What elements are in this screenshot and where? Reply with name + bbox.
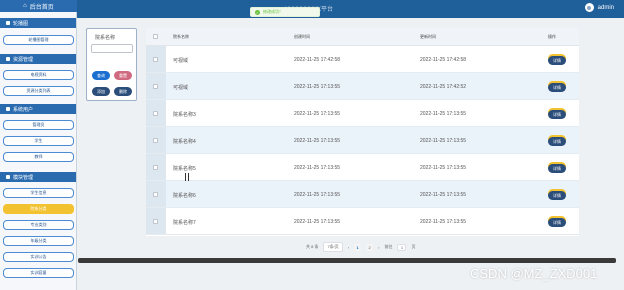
sidebar-group-users[interactable]: 系统用户 <box>0 104 76 114</box>
table-row: 院系名称7 2022-11-25 17:13:55 2022-11-25 17:… <box>146 208 579 235</box>
col-action: 操作 <box>548 34 556 39</box>
sidebar-group-modules[interactable]: 模块管理 <box>0 172 76 182</box>
sidebar-item-capacity[interactable]: 实训容量 <box>3 268 74 278</box>
home-label: 后台首页 <box>29 4 54 11</box>
menu-icon <box>6 57 10 61</box>
detail-button[interactable]: 详情 <box>548 110 566 119</box>
add-button[interactable]: 添加 <box>92 87 110 96</box>
menu-icon <box>6 175 10 179</box>
sidebar-item-resource-categories[interactable]: 资源分类列表 <box>3 86 74 96</box>
table-row: 院系名称4 2022-11-25 17:13:55 2022-11-25 17:… <box>146 127 579 154</box>
col-created: 创建时间 <box>294 34 310 39</box>
row-checkbox[interactable] <box>153 138 158 143</box>
pagination: 共 8 条 7条/页 ‹ 1 2 › 前往 1 页 <box>306 242 416 252</box>
row-checkbox[interactable] <box>153 57 158 62</box>
menu-icon <box>6 107 10 111</box>
sidebar-item-student-info[interactable]: 学生信息 <box>3 188 74 198</box>
table-row: 院系名称6 2022-11-25 17:13:55 2022-11-25 17:… <box>146 181 579 208</box>
sidebar-item-carousel-manage[interactable]: 轮播图管理 <box>3 35 74 45</box>
goto-label: 前往 <box>384 244 393 249</box>
sidebar-item-grades[interactable]: 年级分类 <box>3 236 74 246</box>
home-icon: ⌂ <box>23 3 27 9</box>
sidebar-item-majors[interactable]: 专业类别 <box>3 220 74 230</box>
page-2-button[interactable]: 2 <box>366 243 374 251</box>
prev-page-button[interactable]: ‹ <box>348 245 349 250</box>
sidebar-group-resources[interactable]: 资源管理 <box>0 54 76 64</box>
toast-message: 修改成功！ <box>263 9 283 14</box>
sidebar-item-students[interactable]: 学生 <box>3 136 74 146</box>
sidebar-item-teachers[interactable]: 教师 <box>3 152 74 162</box>
department-name-input[interactable] <box>91 44 133 53</box>
table-row: 院系名称5 2022-11-25 17:13:55 2022-11-25 17:… <box>146 154 579 181</box>
search-button[interactable]: 查询 <box>92 71 110 80</box>
row-checkbox[interactable] <box>153 165 158 170</box>
success-toast: ✓ 修改成功！ <box>250 7 320 17</box>
page-1-button[interactable]: 1 <box>354 243 362 251</box>
avatar <box>584 3 594 12</box>
goto-page-input[interactable]: 1 <box>397 243 407 251</box>
col-updated: 更新时间 <box>420 34 436 39</box>
row-checkbox[interactable] <box>153 192 158 197</box>
sidebar-item-departments[interactable]: 院系分类 <box>3 204 74 214</box>
table-row: 可视域 2022-11-25 17:42:58 2022-11-25 17:42… <box>146 46 579 73</box>
goto-suffix: 页 <box>411 244 416 249</box>
home-link[interactable]: ⌂ 后台首页 <box>0 0 77 12</box>
check-icon: ✓ <box>255 9 260 15</box>
col-name: 院系名称 <box>173 34 189 39</box>
select-all-checkbox[interactable] <box>153 34 158 39</box>
horizontal-scrollbar[interactable] <box>78 258 616 263</box>
filter-panel: 院系名称 查询 重置 添加 删除 <box>86 28 137 101</box>
row-checkbox[interactable] <box>153 84 158 89</box>
sidebar: 轮播图 轮播图管理 资源管理 电视资料 资源分类列表 系统用户 管理员 学生 教… <box>0 12 77 290</box>
pager-total: 共 8 条 <box>306 244 319 249</box>
table-header: 院系名称 创建时间 更新时间 操作 <box>146 28 579 46</box>
detail-button[interactable]: 详情 <box>548 218 566 227</box>
sidebar-item-notices[interactable]: 实训公告 <box>3 252 74 262</box>
filter-label: 院系名称 <box>95 35 116 41</box>
table-row: 可视域 2022-11-25 17:13:55 2022-11-25 17:42… <box>146 73 579 100</box>
detail-button[interactable]: 详情 <box>548 164 566 173</box>
user-menu[interactable]: admin <box>584 3 614 12</box>
table-row: 院系名称3 2022-11-25 17:13:55 2022-11-25 17:… <box>146 100 579 127</box>
detail-button[interactable]: 详情 <box>548 137 566 146</box>
text-cursor-icon <box>185 173 189 181</box>
menu-icon <box>6 21 10 25</box>
row-checkbox[interactable] <box>153 219 158 224</box>
reset-button[interactable]: 重置 <box>114 71 132 80</box>
sidebar-item-admins[interactable]: 管理员 <box>3 120 74 130</box>
sidebar-item-tv-data[interactable]: 电视资料 <box>3 70 74 80</box>
detail-button[interactable]: 详情 <box>548 56 566 65</box>
next-page-button[interactable]: › <box>378 245 379 250</box>
data-table: 院系名称 创建时间 更新时间 操作 可视域 2022-11-25 17:42:5… <box>146 28 579 236</box>
delete-button[interactable]: 删除 <box>114 87 132 96</box>
scrollbar-thumb[interactable] <box>78 258 616 263</box>
detail-button[interactable]: 详情 <box>548 191 566 200</box>
detail-button[interactable]: 详情 <box>548 83 566 92</box>
sidebar-group-carousel[interactable]: 轮播图 <box>0 18 76 28</box>
user-name: admin <box>597 4 614 11</box>
page-size-select[interactable]: 7条/页 <box>323 242 343 252</box>
row-checkbox[interactable] <box>153 111 158 116</box>
watermark: CSDN @MZ_ZXD001 <box>470 266 598 281</box>
